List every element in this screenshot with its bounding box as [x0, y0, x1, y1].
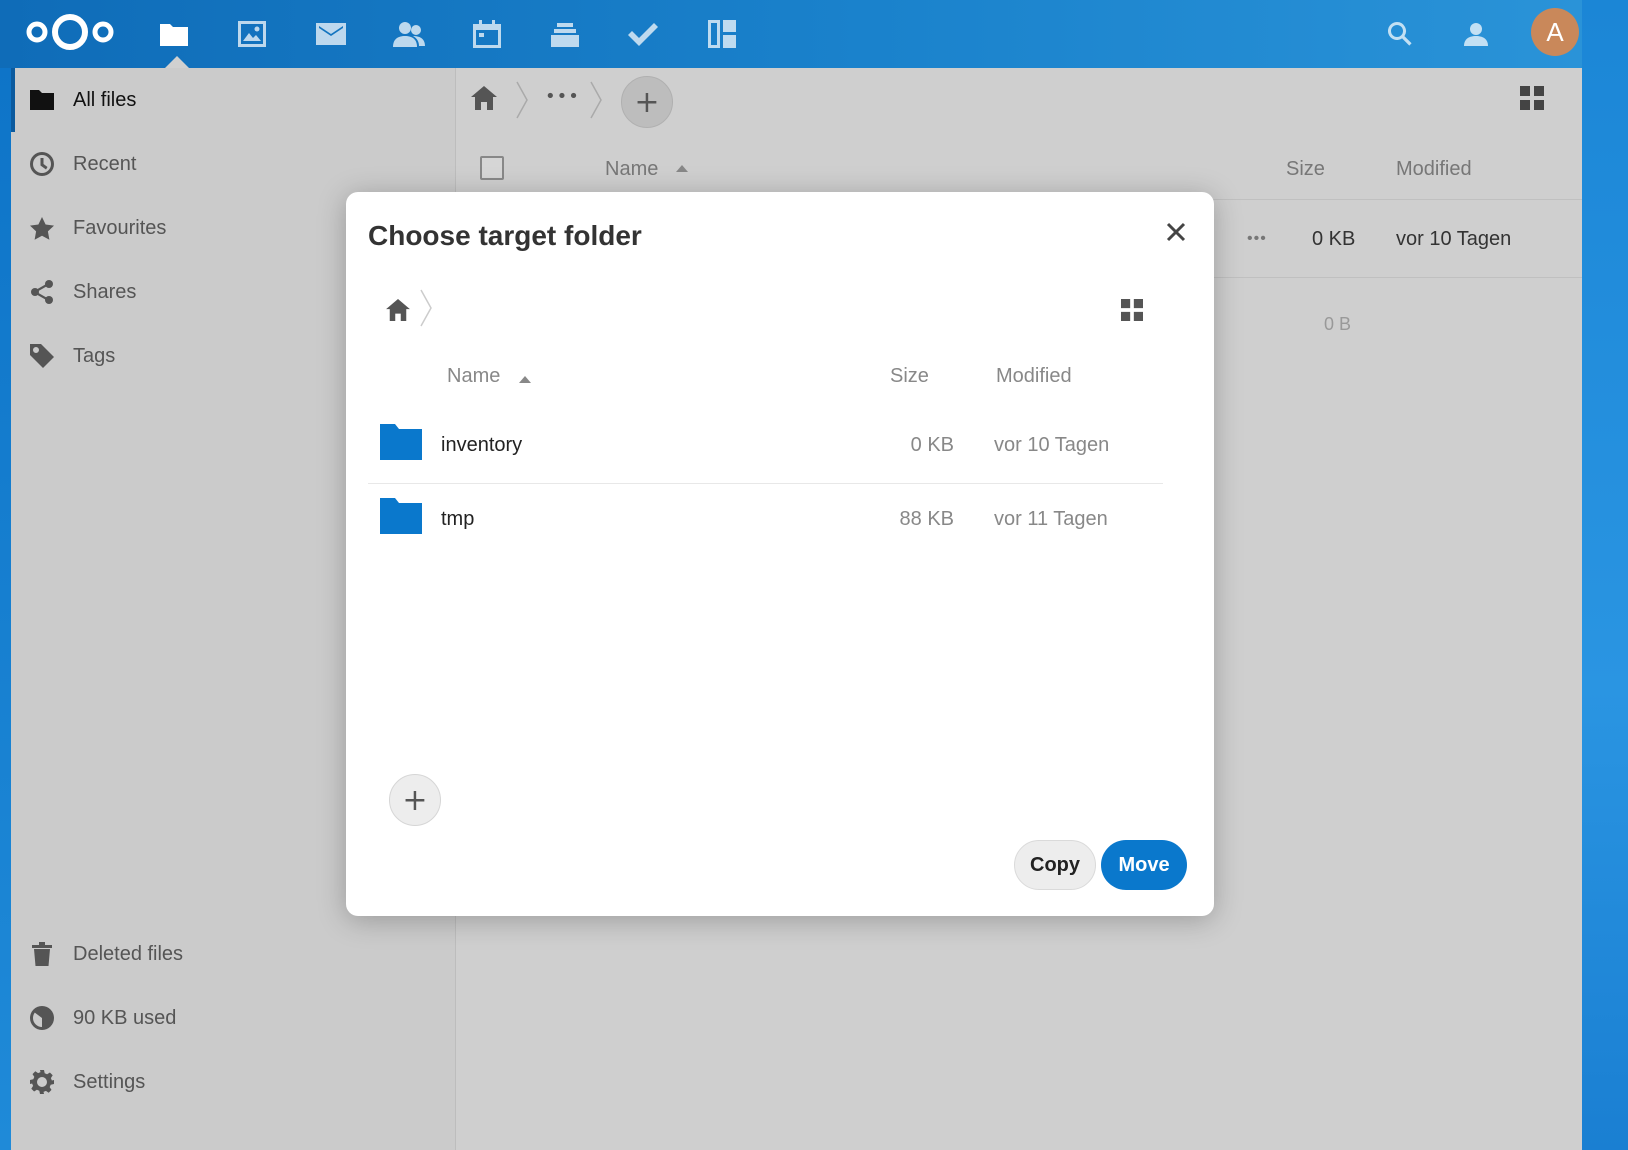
desktop-edge-right [1582, 0, 1628, 1150]
deck-icon[interactable] [543, 12, 587, 56]
sidebar-item-label: Favourites [73, 216, 167, 239]
column-name[interactable]: Name [605, 158, 658, 181]
folder-icon [380, 424, 422, 466]
file-size: 0 KB [910, 434, 954, 456]
file-list-header: Name Size Modified [457, 140, 1582, 200]
folder-icon [380, 498, 422, 540]
contacts-menu-icon[interactable] [1454, 12, 1498, 56]
total-size: 0 B [1324, 314, 1352, 334]
more-actions-button[interactable]: ••• [1247, 230, 1267, 248]
breadcrumb: ••• + [457, 68, 1582, 132]
mail-icon[interactable] [309, 12, 353, 56]
breadcrumb-more-button[interactable]: ••• [545, 86, 580, 107]
trash-icon [11, 942, 73, 966]
grid-view-icon[interactable] [1112, 290, 1152, 330]
sidebar-item-label: All files [73, 88, 137, 111]
column-size[interactable]: Size [890, 365, 929, 388]
tasks-icon[interactable] [621, 12, 665, 56]
sidebar-item-label: Tags [73, 344, 116, 367]
file-size: 0 KB [1312, 228, 1356, 250]
share-icon [11, 280, 73, 304]
sidebar-item-deleted-files[interactable]: Deleted files [11, 922, 456, 986]
column-size[interactable]: Size [1286, 158, 1325, 181]
file-modified: vor 11 Tagen [994, 508, 1108, 530]
sidebar-item-all-files[interactable]: All files [11, 68, 456, 132]
breadcrumb-separator [516, 81, 528, 119]
calendar-icon[interactable] [465, 12, 509, 56]
list-item[interactable]: inventory 0 KB vor 10 Tagen [368, 410, 1163, 484]
photos-icon[interactable] [230, 12, 274, 56]
home-icon[interactable] [471, 86, 501, 114]
quota-icon [11, 1006, 73, 1030]
home-icon[interactable] [378, 290, 418, 330]
sort-ascending-icon [519, 376, 531, 383]
column-name[interactable]: Name [447, 365, 500, 388]
sidebar-item-settings[interactable]: Settings [11, 1050, 456, 1114]
nextcloud-logo[interactable] [24, 10, 116, 54]
close-icon[interactable] [1154, 210, 1198, 254]
dashboard-icon[interactable] [700, 12, 744, 56]
copy-button[interactable]: Copy [1014, 840, 1096, 890]
sidebar-item-label: 90 KB used [73, 1006, 177, 1029]
column-modified[interactable]: Modified [1396, 158, 1472, 181]
active-app-indicator [165, 56, 189, 68]
gear-icon [11, 1070, 73, 1094]
file-picker-dialog: Choose target folder Name Size Modified … [346, 192, 1214, 916]
sidebar-item-label: Shares [73, 280, 137, 303]
tag-icon [11, 344, 73, 368]
clock-icon [11, 152, 73, 176]
sidebar-item-label: Deleted files [73, 942, 184, 965]
file-size: 88 KB [899, 508, 954, 530]
files-icon[interactable] [152, 12, 196, 56]
sidebar-quota[interactable]: 90 KB used [11, 986, 456, 1050]
desktop-edge-left [0, 0, 11, 1150]
column-modified[interactable]: Modified [996, 365, 1072, 388]
file-name: tmp [441, 508, 475, 530]
sort-ascending-icon [676, 165, 688, 172]
select-all-checkbox[interactable] [480, 156, 504, 180]
list-item[interactable]: tmp 88 KB vor 11 Tagen [368, 484, 1163, 558]
grid-view-icon[interactable] [1520, 86, 1546, 112]
sidebar-item-recent[interactable]: Recent [11, 132, 456, 196]
breadcrumb-separator [590, 81, 602, 119]
new-folder-button[interactable]: + [389, 774, 441, 826]
sidebar-item-label: Settings [73, 1070, 146, 1093]
breadcrumb-separator [420, 289, 432, 327]
sidebar-item-label: Recent [73, 152, 137, 175]
top-header: A [0, 0, 1582, 68]
star-icon [11, 216, 73, 240]
user-avatar[interactable]: A [1531, 8, 1579, 56]
file-modified: vor 10 Tagen [1396, 228, 1512, 250]
new-file-button[interactable]: + [621, 76, 673, 128]
file-name: inventory [441, 434, 523, 456]
folder-icon [11, 90, 73, 110]
move-button[interactable]: Move [1101, 840, 1187, 890]
file-modified: vor 10 Tagen [994, 434, 1110, 456]
dialog-title: Choose target folder [368, 220, 642, 251]
contacts-icon[interactable] [387, 12, 431, 56]
search-icon[interactable] [1378, 12, 1422, 56]
